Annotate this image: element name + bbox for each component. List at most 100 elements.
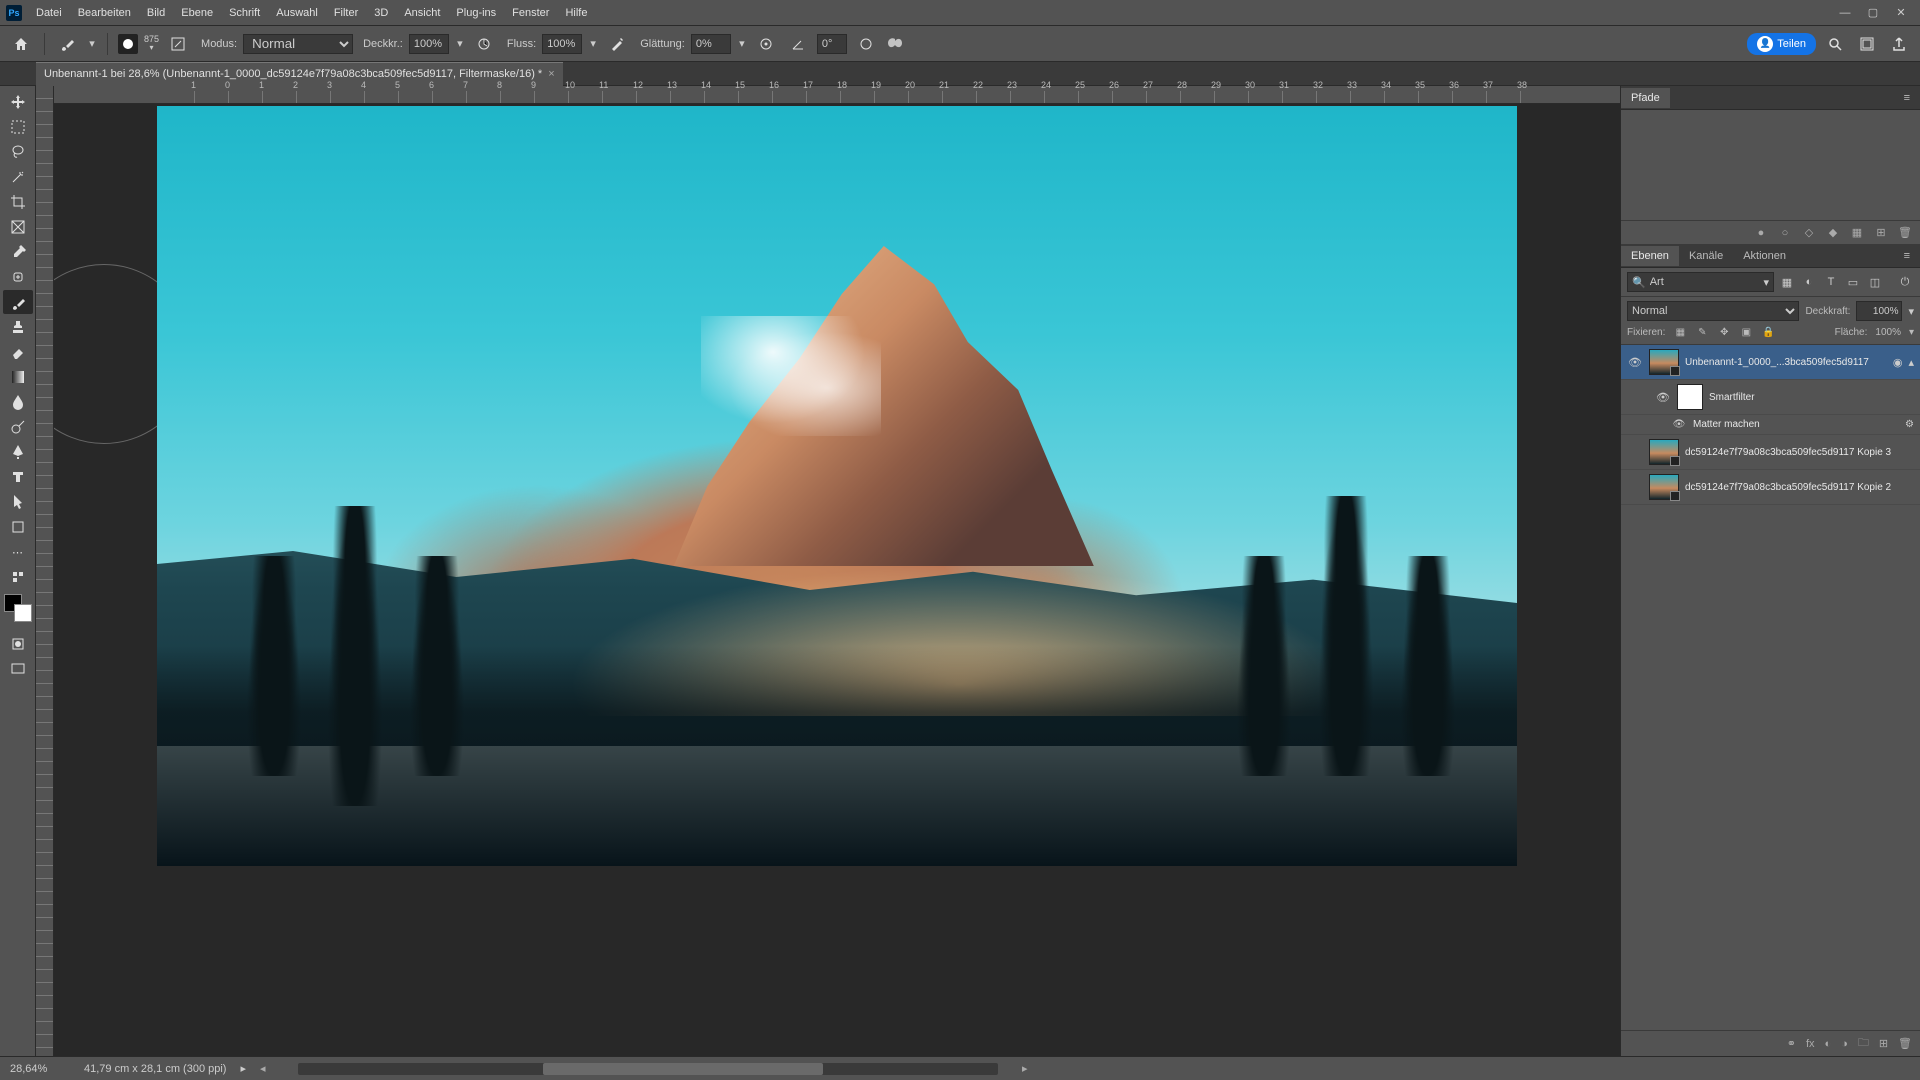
- pen-tool[interactable]: [3, 440, 33, 464]
- filter-shape-icon[interactable]: ▭: [1844, 273, 1862, 291]
- smoothing-options-icon[interactable]: [753, 31, 779, 57]
- layers-panel-menu-icon[interactable]: ≡: [1894, 246, 1920, 266]
- menu-datei[interactable]: Datei: [28, 3, 70, 23]
- share-button[interactable]: 👤 Teilen: [1747, 33, 1816, 55]
- menu-plugins[interactable]: Plug-ins: [448, 3, 504, 23]
- frame-tool[interactable]: [3, 215, 33, 239]
- menu-auswahl[interactable]: Auswahl: [268, 3, 326, 23]
- tab-ebenen[interactable]: Ebenen: [1621, 246, 1679, 266]
- canvas[interactable]: [54, 104, 1620, 1056]
- menu-3d[interactable]: 3D: [366, 3, 396, 23]
- document-tab[interactable]: Unbenannt-1 bei 28,6% (Unbenannt-1_0000_…: [36, 62, 563, 86]
- healing-tool[interactable]: [3, 265, 33, 289]
- lock-artboard-icon[interactable]: ▣: [1739, 327, 1753, 338]
- menu-ebene[interactable]: Ebene: [173, 3, 221, 23]
- filter-pixel-icon[interactable]: ▦: [1778, 273, 1796, 291]
- crop-tool[interactable]: [3, 190, 33, 214]
- tab-pfade[interactable]: Pfade: [1621, 88, 1670, 108]
- lock-all-icon[interactable]: 🔒: [1761, 327, 1775, 338]
- layer-row[interactable]: 👁 Unbenannt-1_0000_...3bca509fec5d9117 ◉…: [1621, 345, 1920, 380]
- edit-toolbar[interactable]: [3, 565, 33, 589]
- brush-panel-toggle[interactable]: [165, 31, 191, 57]
- layer-mask-icon[interactable]: ◐: [1825, 1038, 1832, 1050]
- menu-hilfe[interactable]: Hilfe: [557, 3, 595, 23]
- opacity-field[interactable]: 100%: [409, 34, 449, 54]
- menu-schrift[interactable]: Schrift: [221, 3, 268, 23]
- brush-size-display[interactable]: 875 ▾: [144, 35, 159, 52]
- filter-toggle-icon[interactable]: ⏻: [1896, 273, 1914, 291]
- dodge-tool[interactable]: [3, 415, 33, 439]
- delete-path-icon[interactable]: 🗑: [1898, 226, 1912, 239]
- close-tab-icon[interactable]: ×: [548, 68, 554, 80]
- delete-layer-icon[interactable]: 🗑: [1898, 1037, 1912, 1050]
- filter-smart-icon[interactable]: ◫: [1866, 273, 1884, 291]
- smoothing-dropdown[interactable]: ▾: [737, 37, 747, 50]
- expand-icon[interactable]: ▴: [1908, 356, 1914, 369]
- tool-preset-dropdown[interactable]: ▾: [87, 37, 97, 50]
- stamp-tool[interactable]: [3, 315, 33, 339]
- filter-dropdown-icon[interactable]: ▾: [1763, 276, 1769, 289]
- layer-filter-search[interactable]: 🔍 ▾: [1627, 272, 1774, 292]
- opacity-value[interactable]: 100%: [1856, 301, 1902, 321]
- horizontal-scrollbar[interactable]: [298, 1063, 998, 1075]
- lasso-tool[interactable]: [3, 140, 33, 164]
- layer-thumbnail[interactable]: [1649, 349, 1679, 375]
- filter-options-icon[interactable]: ⚙: [1905, 419, 1914, 430]
- color-swatches[interactable]: [4, 594, 32, 622]
- filter-mask-thumbnail[interactable]: [1677, 384, 1703, 410]
- path-to-mask-icon[interactable]: ◆: [1826, 226, 1840, 239]
- screenmode-tool[interactable]: [3, 657, 33, 681]
- layer-fx-icon[interactable]: fx: [1806, 1038, 1815, 1050]
- smartfilter-row[interactable]: 👁 Smartfilter: [1621, 380, 1920, 415]
- window-minimize-icon[interactable]: —: [1832, 3, 1858, 23]
- brush-tool[interactable]: [3, 290, 33, 314]
- menu-ansicht[interactable]: Ansicht: [396, 3, 448, 23]
- layer-blend-select[interactable]: Normal: [1627, 301, 1799, 321]
- pressure-size-icon[interactable]: [853, 31, 879, 57]
- airbrush-icon[interactable]: [604, 31, 630, 57]
- search-icon[interactable]: [1822, 31, 1848, 57]
- layer-name[interactable]: dc59124e7f79a08c3bca509fec5d9117 Kopie 3: [1685, 447, 1914, 458]
- move-tool[interactable]: [3, 90, 33, 114]
- new-layer-icon[interactable]: ⊞: [1879, 1037, 1888, 1050]
- symmetry-icon[interactable]: [885, 34, 905, 54]
- flow-field[interactable]: 100%: [542, 34, 582, 54]
- brush-tool-icon[interactable]: [55, 31, 81, 57]
- wand-tool[interactable]: [3, 165, 33, 189]
- path-select-tool[interactable]: [3, 490, 33, 514]
- layer-name[interactable]: Unbenannt-1_0000_...3bca509fec5d9117: [1685, 357, 1887, 368]
- window-close-icon[interactable]: ✕: [1888, 3, 1914, 23]
- window-restore-icon[interactable]: ▢: [1860, 3, 1886, 23]
- eyedropper-tool[interactable]: [3, 240, 33, 264]
- flow-dropdown[interactable]: ▾: [588, 37, 598, 50]
- visibility-icon[interactable]: 👁: [1655, 391, 1671, 404]
- lock-position-icon[interactable]: ✥: [1717, 327, 1731, 338]
- export-share-icon[interactable]: [1886, 31, 1912, 57]
- layer-thumbnail[interactable]: [1649, 474, 1679, 500]
- visibility-icon[interactable]: 👁: [1671, 419, 1687, 430]
- info-dropdown-icon[interactable]: ▸: [240, 1062, 246, 1075]
- eraser-tool[interactable]: [3, 340, 33, 364]
- scroll-right-icon[interactable]: ▸: [1022, 1062, 1036, 1075]
- menu-fenster[interactable]: Fenster: [504, 3, 557, 23]
- tab-kanale[interactable]: Kanäle: [1679, 246, 1733, 266]
- layer-row[interactable]: dc59124e7f79a08c3bca509fec5d9117 Kopie 3: [1621, 435, 1920, 470]
- shape-tool[interactable]: [3, 515, 33, 539]
- zoom-level[interactable]: 28,64%: [10, 1063, 70, 1075]
- fill-dropdown-icon[interactable]: ▾: [1909, 327, 1914, 338]
- scroll-left-icon[interactable]: ◂: [260, 1062, 274, 1075]
- opacity-dropdown-icon[interactable]: ▾: [1908, 305, 1914, 318]
- smoothing-field[interactable]: 0%: [691, 34, 731, 54]
- adjustment-layer-icon[interactable]: ◑: [1841, 1038, 1848, 1050]
- visibility-icon[interactable]: 👁: [1627, 356, 1643, 369]
- group-icon[interactable]: 🗀: [1858, 1034, 1869, 1053]
- filter-adjust-icon[interactable]: ◐: [1800, 273, 1818, 291]
- layer-thumbnail[interactable]: [1649, 439, 1679, 465]
- menu-filter[interactable]: Filter: [326, 3, 366, 23]
- fill-value[interactable]: 100%: [1875, 327, 1901, 338]
- filter-entry-row[interactable]: 👁 Matter machen ⚙: [1621, 415, 1920, 435]
- menu-bild[interactable]: Bild: [139, 3, 173, 23]
- home-button[interactable]: [8, 31, 34, 57]
- layer-row[interactable]: dc59124e7f79a08c3bca509fec5d9117 Kopie 2: [1621, 470, 1920, 505]
- angle-field[interactable]: 0°: [817, 34, 847, 54]
